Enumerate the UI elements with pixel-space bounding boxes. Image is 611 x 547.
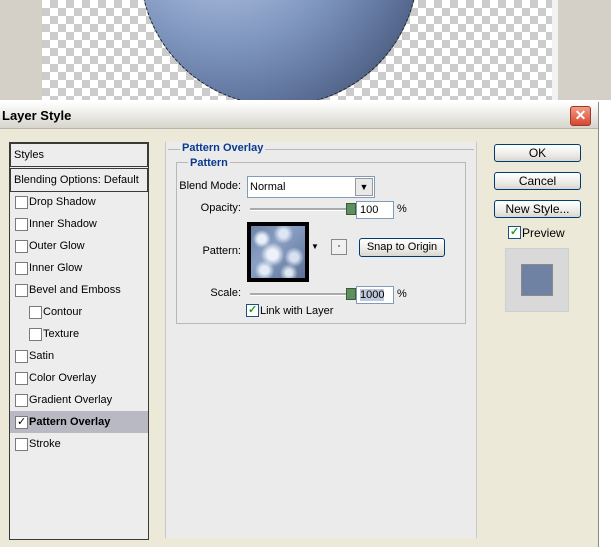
new-style-button[interactable]: New Style... [494,200,581,218]
style-item-drop-shadow[interactable]: Drop Shadow [10,191,148,213]
layer-style-dialog: Layer Style ✕ Styles Blending Options: D… [0,102,599,547]
style-checkbox[interactable] [15,218,28,231]
document-canvas[interactable] [42,0,558,100]
style-checkbox[interactable] [15,394,28,407]
style-item-label: Bevel and Emboss [29,284,121,296]
preview-swatch [521,264,553,296]
style-checkbox[interactable] [15,196,28,209]
style-item-outer-glow[interactable]: Outer Glow [10,235,148,257]
pattern-thumbnail [251,226,305,278]
opacity-slider-thumb[interactable] [346,203,356,215]
link-with-layer-checkbox[interactable]: ✓ [246,304,259,317]
new-preset-icon[interactable]: ▫ [331,239,347,255]
canvas-edge [552,0,558,100]
scale-slider[interactable] [250,293,350,296]
blending-options-label: Blending Options: Default [14,174,139,186]
styles-list: Styles Blending Options: Default Drop Sh… [9,142,149,540]
opacity-input[interactable]: 100 [356,201,394,219]
style-item-inner-glow[interactable]: Inner Glow [10,257,148,279]
pattern-overlay-panel: Pattern Overlay Pattern Blend Mode: Norm… [165,142,477,538]
check-icon: ✓ [510,226,520,238]
pattern-picker[interactable] [247,222,309,282]
style-checkbox[interactable] [29,306,42,319]
title-bar[interactable]: Layer Style ✕ [0,102,598,129]
cancel-button[interactable]: Cancel [494,172,581,190]
styles-header[interactable]: Styles [10,143,148,167]
opacity-label: Opacity: [200,202,241,214]
blend-mode-select[interactable]: Normal ▼ [247,176,375,198]
scale-value: 1000 [360,289,385,301]
style-item-color-overlay[interactable]: Color Overlay [10,367,148,389]
style-checkbox[interactable] [29,328,42,341]
preview-area [505,248,569,312]
style-item-label: Texture [43,328,80,340]
opacity-percent: % [397,203,407,215]
scale-slider-thumb[interactable] [346,288,356,300]
style-checkbox[interactable]: ✓ [15,416,28,429]
style-item-label: Stroke [29,438,61,450]
close-icon[interactable]: ✕ [570,106,591,126]
canvas-area [0,0,611,100]
scale-label: Scale: [210,287,241,299]
pattern-dropdown-icon[interactable]: ▼ [311,242,319,251]
blending-options-item[interactable]: Blending Options: Default [10,168,148,192]
style-item-label: Inner Glow [29,262,83,274]
blend-mode-value: Normal [250,181,286,193]
opacity-slider[interactable] [250,208,350,211]
style-item-label: Satin [29,350,55,362]
opacity-value: 100 [360,204,379,216]
style-item-inner-shadow[interactable]: Inner Shadow [10,213,148,235]
style-item-label: Gradient Overlay [29,394,113,406]
style-item-label: Color Overlay [29,372,97,384]
sphere-layer [140,0,418,100]
style-item-label: Inner Shadow [29,218,97,230]
ok-button[interactable]: OK [494,144,581,162]
style-item-label: Contour [43,306,83,318]
style-item-label: Outer Glow [29,240,85,252]
link-with-layer-label: Link with Layer [260,305,334,317]
snap-to-origin-button[interactable]: Snap to Origin [359,238,445,257]
style-checkbox[interactable] [15,350,28,363]
style-checkbox[interactable] [15,372,28,385]
preview-checkbox[interactable]: ✓ [508,226,521,239]
check-icon: ✓ [17,416,27,428]
window-title: Layer Style [2,108,72,123]
blend-mode-label: Blend Mode: [179,180,241,192]
style-item-satin[interactable]: Satin [10,345,148,367]
scale-percent: % [397,288,407,300]
pattern-label: Pattern: [202,245,241,257]
style-item-label: Pattern Overlay [29,416,111,428]
style-item-label: Drop Shadow [29,196,96,208]
preview-label: Preview [522,226,565,240]
style-item-bevel-and-emboss[interactable]: Bevel and Emboss [10,279,148,301]
style-checkbox[interactable] [15,438,28,451]
style-checkbox[interactable] [15,240,28,253]
check-icon: ✓ [248,304,258,316]
group-title: Pattern [188,157,230,169]
section-title: Pattern Overlay [180,142,266,154]
scale-input[interactable]: 1000 [356,286,394,304]
style-item-pattern-overlay[interactable]: ✓ Pattern Overlay [10,411,148,433]
chevron-down-icon[interactable]: ▼ [355,178,373,196]
style-checkbox[interactable] [15,262,28,275]
style-item-gradient-overlay[interactable]: Gradient Overlay [10,389,148,411]
style-checkbox[interactable] [15,284,28,297]
styles-header-label: Styles [14,149,44,161]
style-item-stroke[interactable]: Stroke [10,433,148,455]
style-item-texture[interactable]: Texture [10,323,148,345]
style-item-contour[interactable]: Contour [10,301,148,323]
